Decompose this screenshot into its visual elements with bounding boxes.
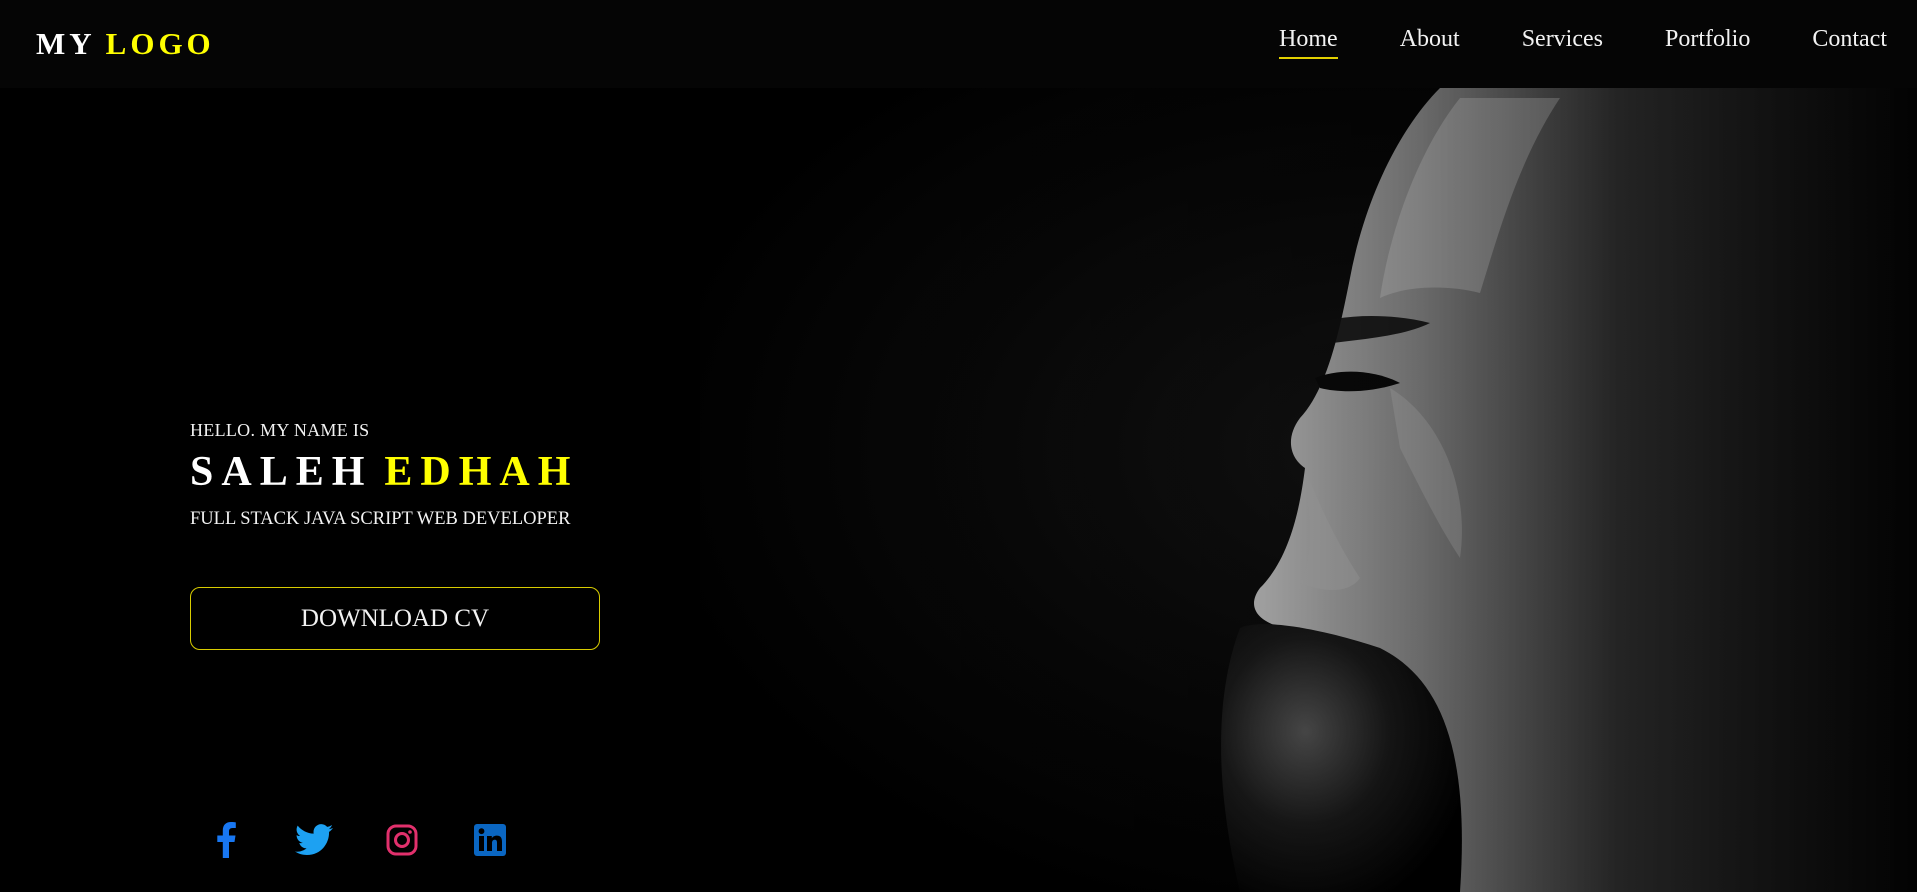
hero-first-name: SALEH <box>190 449 373 495</box>
portfolio-home-page: MY LOGO Home About Services Portfolio Con… <box>0 0 1917 892</box>
nav-link-contact[interactable]: Contact <box>1812 26 1887 59</box>
linkedin-icon[interactable] <box>470 820 510 860</box>
nav-link-home[interactable]: Home <box>1279 26 1338 59</box>
twitter-icon[interactable] <box>294 820 334 860</box>
hero-last-name: EDHAH <box>384 449 579 495</box>
nav-link-portfolio[interactable]: Portfolio <box>1665 26 1750 59</box>
logo-first-word: MY <box>36 26 96 61</box>
facebook-icon[interactable] <box>206 820 246 860</box>
instagram-icon[interactable] <box>382 820 422 860</box>
hero-role: FULL STACK JAVA SCRIPT WEB DEVELOPER <box>190 509 571 530</box>
hero-intro: HELLO. MY NAME IS SALEH EDHAH FULL STACK … <box>190 420 578 530</box>
site-logo[interactable]: MY LOGO <box>36 26 215 62</box>
download-cv-button[interactable]: DOWNLOAD CV <box>190 587 600 650</box>
hero-name: SALEH EDHAH <box>190 449 578 495</box>
hero-greeting: HELLO. MY NAME IS <box>190 420 370 440</box>
main-nav: Home About Services Portfolio Contact <box>1217 26 1887 59</box>
hero-portrait-image <box>700 88 1917 892</box>
social-links <box>206 820 558 860</box>
nav-link-services[interactable]: Services <box>1522 26 1603 59</box>
logo-second-word: LOGO <box>105 26 215 61</box>
navbar: MY LOGO Home About Services Portfolio Con… <box>0 0 1917 88</box>
nav-link-about[interactable]: About <box>1400 26 1460 59</box>
